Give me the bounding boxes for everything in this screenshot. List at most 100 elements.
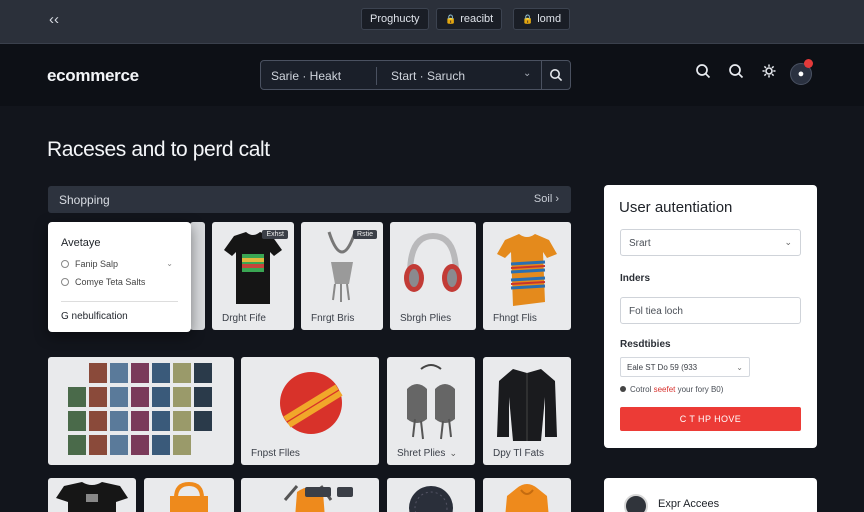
product-card-hidden[interactable] xyxy=(190,222,205,330)
product-caption: Drght Fife xyxy=(222,313,266,324)
collage-tile xyxy=(152,435,170,455)
lock-icon: 🔒 xyxy=(445,14,457,24)
radio-icon xyxy=(61,260,69,268)
radio-icon xyxy=(620,386,626,392)
consent-text: your fory B0) xyxy=(677,385,724,394)
collage-tile xyxy=(152,387,170,407)
back-button[interactable]: ‹‹ xyxy=(44,10,64,30)
notification-badge xyxy=(804,59,813,68)
text-input[interactable]: Fol tiea loch xyxy=(620,297,801,324)
page-title: Raceses and to perd calt xyxy=(47,138,270,161)
search-icon xyxy=(696,64,711,79)
product-card-ball[interactable]: Fnpst Flles xyxy=(241,357,379,465)
submit-button[interactable]: C T HP HOVE xyxy=(620,407,801,431)
sort-button[interactable]: Soil › xyxy=(534,193,559,205)
collage-tile xyxy=(110,363,128,383)
gear-icon xyxy=(762,64,776,78)
field-label: Resdtibies xyxy=(620,339,671,350)
site-header: ecommerce Sarie · Heakt Start · Saruch ⌄ xyxy=(0,44,864,106)
express-access-panel[interactable]: Expr Accees xyxy=(604,478,817,512)
product-card-hoodie[interactable] xyxy=(483,478,571,512)
consent-text: Cotrol xyxy=(630,385,652,394)
product-image xyxy=(283,485,353,512)
start-select[interactable]: Srart ⌄ xyxy=(620,229,801,256)
collage-tile xyxy=(89,387,107,407)
search-segment-2[interactable]: Start · Saruch xyxy=(391,69,465,83)
tote-bag-image xyxy=(170,481,208,512)
top-pill-products[interactable]: Proghucty xyxy=(361,8,429,30)
product-caption: Fhngt Flis xyxy=(493,313,537,324)
search-divider xyxy=(376,67,377,85)
search-divider xyxy=(541,61,542,89)
field-label: Inders xyxy=(620,273,651,284)
sort-label: Soil xyxy=(533,193,553,205)
product-card-collage[interactable] xyxy=(48,357,234,465)
product-caption: Shret Plies xyxy=(397,448,446,459)
dropdown-option[interactable]: Comye Teta Salts xyxy=(61,277,145,287)
collage-tile xyxy=(89,435,107,455)
dropdown-footer-link[interactable]: G nebulfication xyxy=(61,311,128,322)
product-image xyxy=(409,486,453,512)
user-icon: ● xyxy=(797,68,805,80)
settings-button[interactable] xyxy=(759,63,779,83)
option-label: Fanip Salp xyxy=(75,259,119,269)
collage-tile xyxy=(110,387,128,407)
panel-title: Expr Accees xyxy=(658,498,720,510)
chevron-down-icon: ⌄ xyxy=(736,363,743,372)
chevron-left-icon: ‹‹ xyxy=(49,11,59,28)
collage-tile xyxy=(173,387,191,407)
top-pill-label: lomd xyxy=(537,13,562,25)
product-card-shirt-bottom[interactable] xyxy=(48,478,136,512)
select-value: Srart xyxy=(629,238,651,249)
search-segment-1[interactable]: Sarie · Heakt xyxy=(271,69,341,83)
hoodie-image xyxy=(505,484,549,512)
collage-tile xyxy=(173,363,191,383)
collage-tile xyxy=(110,435,128,455)
input-value: Fol tiea loch xyxy=(629,306,683,317)
consent-line[interactable]: Cotrol seefet your fory B0) xyxy=(620,385,723,394)
product-tag: Rstie xyxy=(353,230,377,239)
product-caption: Fnpst Flles xyxy=(251,448,300,459)
tshirt-image xyxy=(56,482,128,512)
select-value: Eale ST Do 59 (933 xyxy=(627,363,698,372)
dropdown-header: Avetaye xyxy=(61,237,101,249)
product-card-orange-item[interactable] xyxy=(241,478,379,512)
chevron-down-icon: ⌄ xyxy=(784,237,792,247)
results-select[interactable]: Eale ST Do 59 (933 ⌄ xyxy=(620,357,750,377)
product-card-jacket[interactable]: Dpy Tl Fats xyxy=(483,357,571,465)
chevron-right-icon: › xyxy=(555,193,559,205)
search-header-button[interactable] xyxy=(693,63,713,83)
search-button[interactable] xyxy=(545,65,567,85)
collage-tile xyxy=(68,411,86,431)
panel-title: User autentiation xyxy=(619,199,733,216)
shopping-label: Shopping xyxy=(59,193,110,207)
product-card-round-item[interactable] xyxy=(387,478,475,512)
chevron-down-icon[interactable]: ⌄ xyxy=(166,259,173,268)
product-card-striped-shirt[interactable]: Fhngt Flis xyxy=(483,222,571,330)
product-card-handbag[interactable]: Shret Plies ⌄ xyxy=(387,357,475,465)
logo[interactable]: ecommerce xyxy=(47,66,139,86)
product-caption: Fnrgt Bris xyxy=(311,313,355,324)
top-pill-lomd[interactable]: 🔒 lomd xyxy=(513,8,571,30)
dropdown-option[interactable]: Fanip Salp xyxy=(61,259,118,269)
collage-image xyxy=(68,363,212,455)
chevron-down-icon[interactable]: ⌄ xyxy=(523,68,531,79)
consent-link[interactable]: seefet xyxy=(654,385,676,394)
product-card-tshirt[interactable]: Exhst Drght Fife xyxy=(212,222,294,330)
collage-tile xyxy=(131,411,149,431)
lock-icon: 🔒 xyxy=(522,14,534,24)
chevron-down-icon[interactable]: ⌄ xyxy=(449,448,457,459)
shopping-bar: Shopping Soil › xyxy=(48,186,571,213)
product-card-tote[interactable] xyxy=(144,478,234,512)
product-card-necklace[interactable]: Rstie Fnrgt Bris xyxy=(301,222,383,330)
product-card-headphones[interactable]: Sbrgh Plies xyxy=(390,222,476,330)
search-bar[interactable]: Sarie · Heakt Start · Saruch ⌄ xyxy=(260,60,571,90)
collage-tile xyxy=(194,363,212,383)
product-tag: Exhst xyxy=(262,230,288,239)
search-alt-button[interactable] xyxy=(726,63,746,83)
search-icon xyxy=(729,64,744,79)
collage-tile xyxy=(173,411,191,431)
collage-tile xyxy=(131,435,149,455)
collage-tile xyxy=(194,411,212,431)
top-pill-reacibt[interactable]: 🔒 reacibt xyxy=(436,8,503,30)
